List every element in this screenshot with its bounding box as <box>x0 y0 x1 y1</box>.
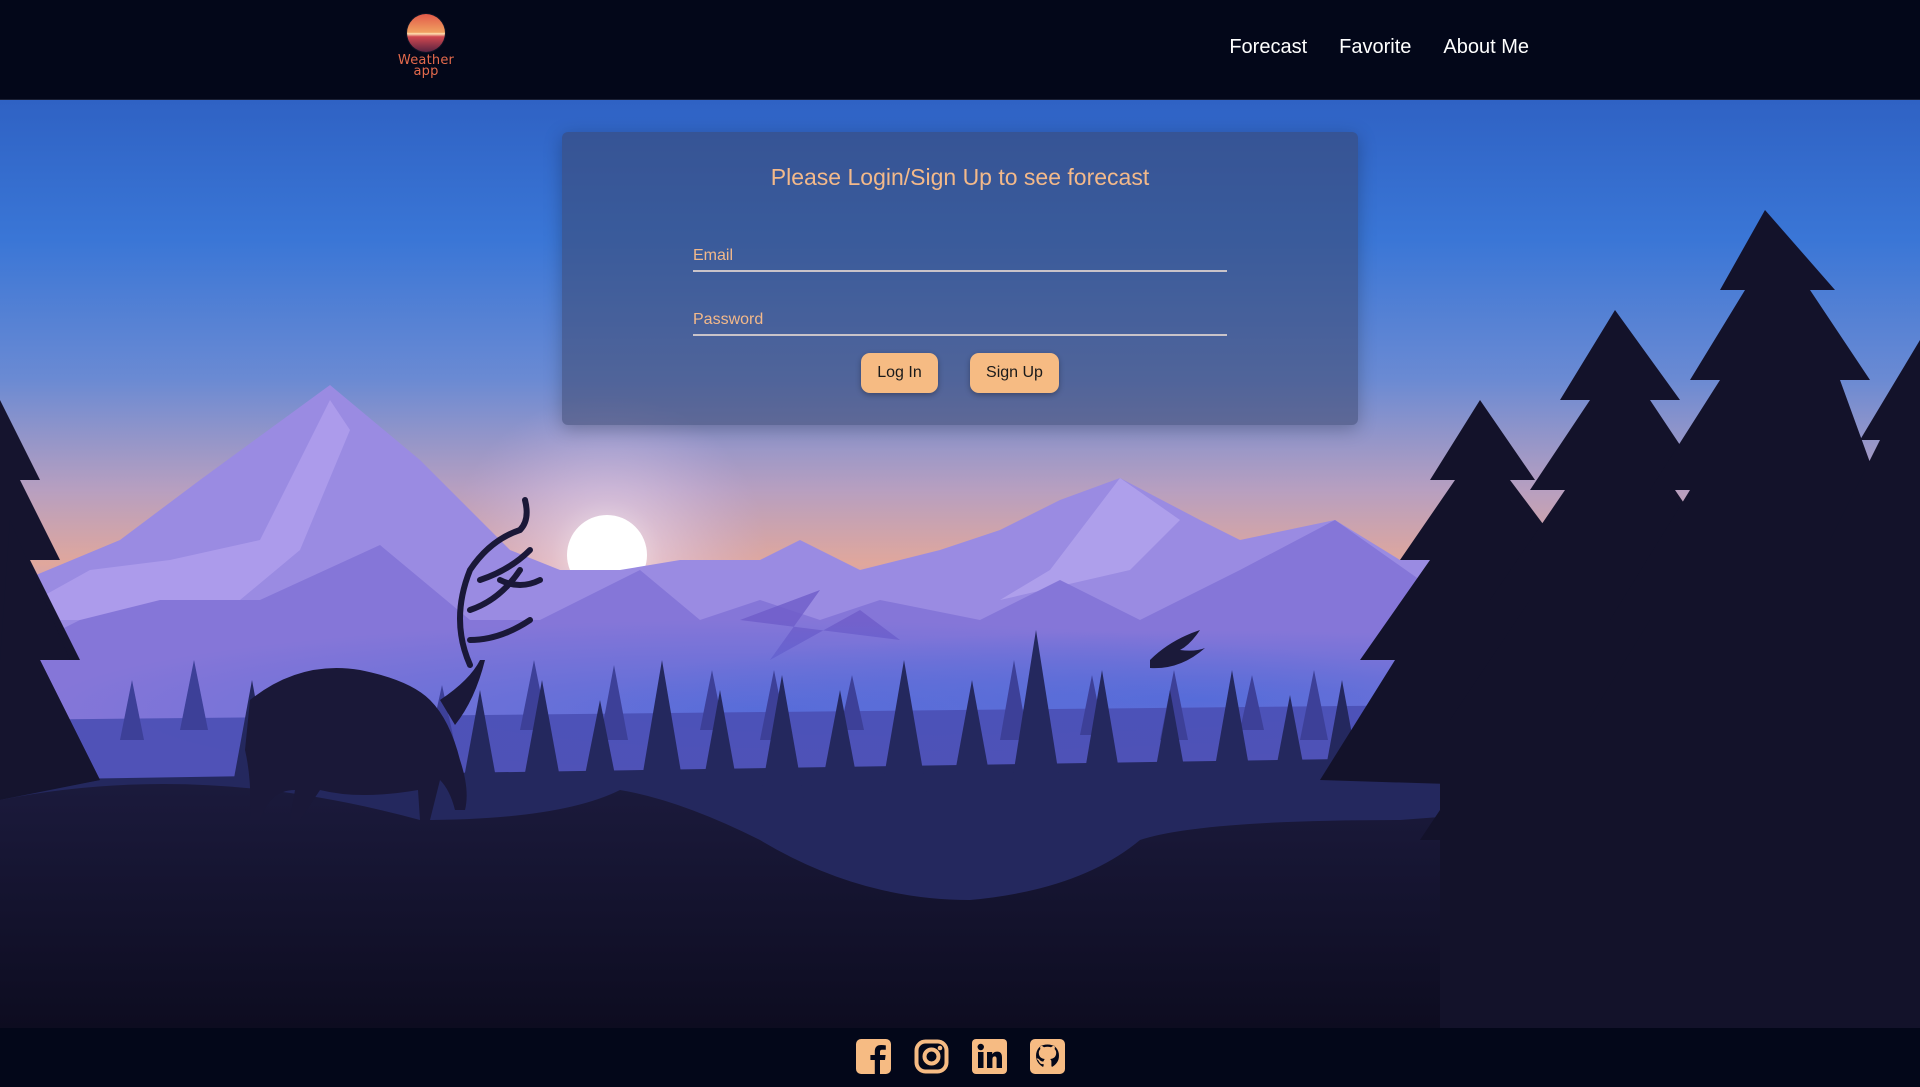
password-field-container <box>693 296 1227 336</box>
nav-link-about-me[interactable]: About Me <box>1443 36 1529 59</box>
app-logo[interactable]: Weather app <box>396 14 456 82</box>
signup-button[interactable]: Sign Up <box>970 353 1059 393</box>
email-field-container <box>693 232 1227 272</box>
login-title: Please Login/Sign Up to see forecast <box>770 164 1150 190</box>
instagram-icon[interactable] <box>913 1038 950 1075</box>
facebook-icon[interactable] <box>855 1038 892 1075</box>
logo-text: Weather app <box>397 53 455 79</box>
nav-links: Forecast Favorite About Me <box>1229 36 1529 59</box>
social-links <box>855 1038 1066 1075</box>
nav-link-forecast[interactable]: Forecast <box>1229 36 1307 59</box>
password-field[interactable] <box>693 296 1227 334</box>
linkedin-icon[interactable] <box>971 1038 1008 1075</box>
email-field[interactable] <box>693 232 1227 270</box>
login-button[interactable]: Log In <box>861 353 938 393</box>
sunset-logo-icon <box>407 14 445 52</box>
github-icon[interactable] <box>1029 1038 1066 1075</box>
footer <box>0 1028 1920 1087</box>
login-card: Please Login/Sign Up to see forecast Log… <box>562 132 1358 425</box>
navbar: Weather app Forecast Favorite About Me <box>0 0 1920 100</box>
nav-link-favorite[interactable]: Favorite <box>1339 36 1411 59</box>
